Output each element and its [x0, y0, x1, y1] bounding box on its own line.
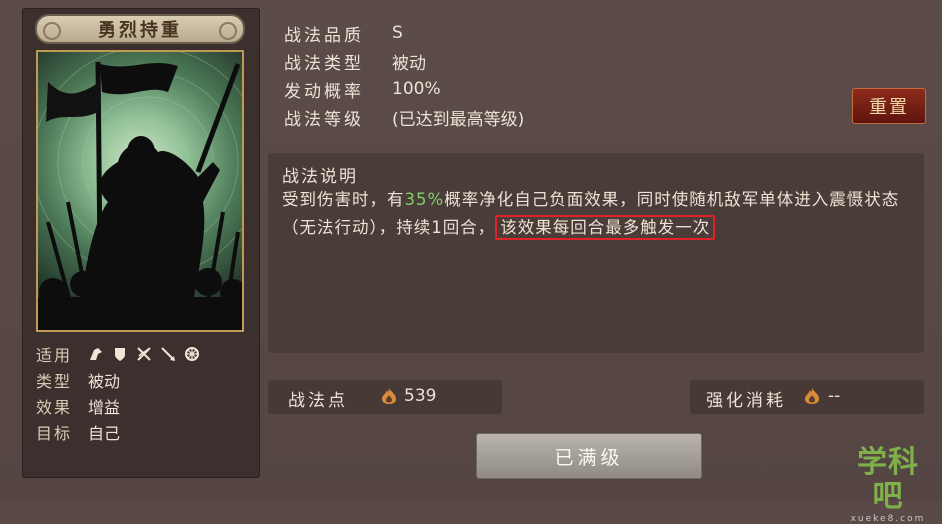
- description-title: 战法说明: [282, 167, 358, 187]
- rate-value: 100%: [392, 79, 441, 99]
- target-label: 目标: [36, 424, 73, 443]
- apply-label: 适用: [36, 346, 73, 365]
- reset-button[interactable]: 重置: [852, 88, 926, 124]
- skill-portrait: [36, 50, 244, 332]
- flame-icon: [804, 387, 820, 405]
- maxed-button[interactable]: 已满级: [476, 433, 702, 479]
- type-row: 类型 被动: [36, 368, 120, 392]
- effect-value: 增益: [88, 398, 121, 417]
- desc-percent: 35%: [404, 190, 445, 209]
- type-label: 类型: [36, 372, 73, 391]
- desc-part1: 受到伤害时，有: [282, 190, 405, 209]
- desc-highlighted: 该效果每回合最多触发一次: [495, 215, 716, 240]
- effect-label: 效果: [36, 398, 73, 417]
- points-value: 539: [404, 386, 437, 406]
- warrior-illustration: [38, 52, 242, 330]
- skill-name: 勇烈持重: [98, 20, 182, 41]
- description-box: [268, 153, 924, 353]
- watermark-main: 学科吧: [857, 445, 919, 514]
- level-label: 战法等级: [284, 109, 364, 130]
- level-value: (已达到最高等级): [392, 109, 525, 130]
- rate-row: 发动概率 100%: [284, 76, 441, 102]
- watermark: 学科吧 xueke8.com: [842, 446, 934, 524]
- level-row: 战法等级 (已达到最高等级): [284, 104, 524, 130]
- quality-row: 战法品质 S: [284, 20, 403, 46]
- points-label: 战法点: [288, 391, 348, 411]
- target-value: 自己: [88, 424, 121, 443]
- watermark-sub: xueke8.com: [850, 514, 926, 524]
- effect-row: 效果 增益: [36, 394, 120, 418]
- chariot-wheel-icon: [184, 346, 200, 362]
- upgrade-cost-value: --: [828, 386, 841, 406]
- description-text: 受到伤害时，有35%概率净化自己负面效果，同时使随机敌军单体进入震慑状态（无法行…: [282, 186, 900, 242]
- kind-label: 战法类型: [284, 53, 364, 74]
- apply-icons: [88, 346, 200, 362]
- apply-row: 适用: [36, 342, 200, 366]
- flame-icon: [381, 387, 397, 405]
- rate-label: 发动概率: [284, 81, 364, 102]
- target-row: 目标 自己: [36, 420, 120, 444]
- kind-row: 战法类型 被动: [284, 48, 426, 74]
- skill-name-plate: 勇烈持重: [35, 14, 245, 44]
- type-value: 被动: [88, 372, 121, 391]
- upgrade-cost-label: 强化消耗: [706, 391, 786, 411]
- quality-value: S: [392, 23, 403, 43]
- cavalry-icon: [88, 346, 104, 362]
- bow-icon: [136, 346, 152, 362]
- kind-value: 被动: [392, 53, 426, 74]
- spear-icon: [160, 346, 176, 362]
- quality-label: 战法品质: [284, 25, 364, 46]
- shield-icon: [112, 346, 128, 362]
